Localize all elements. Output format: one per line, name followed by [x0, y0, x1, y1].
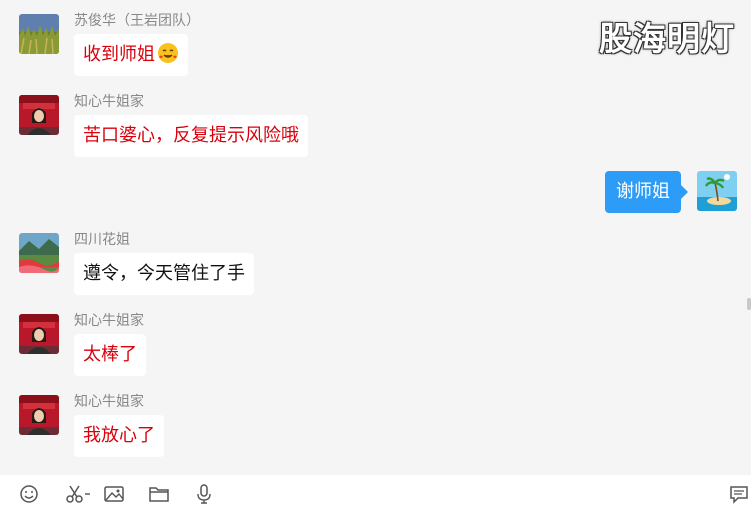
avatar[interactable]	[19, 14, 59, 54]
watermark: 股海明灯	[599, 19, 735, 58]
avatar[interactable]	[19, 95, 59, 135]
avatar[interactable]	[19, 314, 59, 354]
sender-name: 知心牛姐家	[74, 94, 144, 110]
scissors-icon[interactable]	[63, 483, 93, 505]
message-bubble[interactable]: 遵令，今天管住了手	[74, 253, 254, 295]
message-bubble[interactable]: 收到师姐	[74, 34, 188, 76]
self-message-bubble[interactable]: 谢师姐	[605, 171, 688, 213]
sender-name: 苏俊华（王岩团队）	[74, 13, 200, 29]
message-text: 遵令，今天管住了手	[83, 263, 245, 284]
message-text: 太棒了	[83, 344, 137, 365]
message-bubble[interactable]: 太棒了	[74, 334, 146, 376]
sender-name: 四川花姐	[74, 232, 130, 248]
message-text: 苦口婆心，反复提示风险哦	[83, 125, 299, 146]
avatar[interactable]	[19, 395, 59, 435]
message-text: 我放心了	[83, 425, 155, 446]
message-bubble[interactable]: 苦口婆心，反复提示风险哦	[74, 115, 308, 157]
self-avatar[interactable]	[697, 171, 737, 211]
image-icon[interactable]	[103, 483, 125, 505]
emoji-icon[interactable]	[18, 483, 40, 505]
sender-name: 知心牛姐家	[74, 394, 144, 410]
history-icon[interactable]	[728, 483, 750, 505]
smiling-face-with-hearts-icon	[157, 38, 179, 63]
scrollbar-thumb[interactable]	[747, 298, 751, 310]
message-bubble[interactable]: 我放心了	[74, 415, 164, 457]
message-text: 收到师姐	[83, 44, 155, 65]
sender-name: 知心牛姐家	[74, 313, 144, 329]
message-text: 谢师姐	[616, 181, 670, 202]
folder-icon[interactable]	[148, 483, 170, 505]
avatar[interactable]	[19, 233, 59, 273]
microphone-icon[interactable]	[193, 483, 215, 505]
input-toolbar	[0, 475, 751, 509]
